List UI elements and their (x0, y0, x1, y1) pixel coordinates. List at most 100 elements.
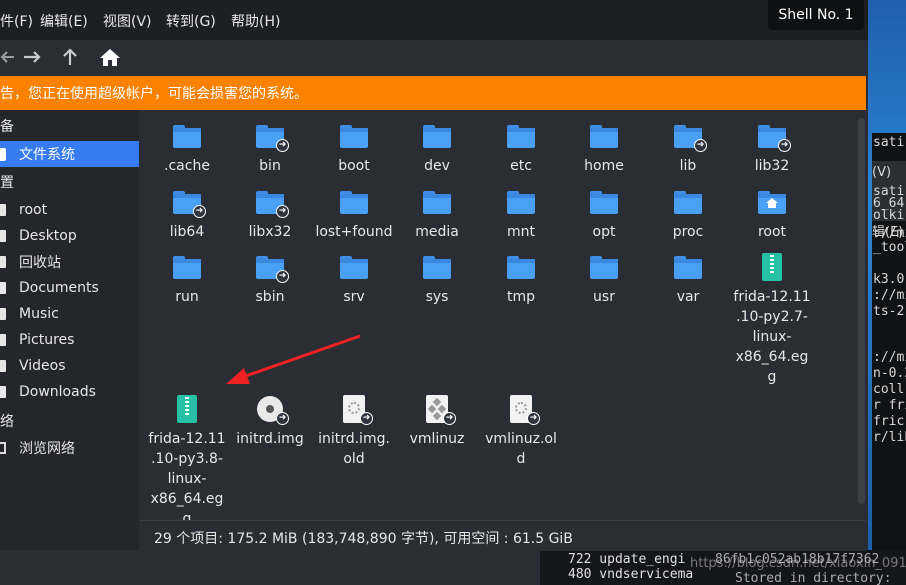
videos-icon (0, 360, 6, 372)
home-button[interactable] (97, 44, 123, 70)
terminal-line: olki (873, 208, 905, 223)
file-item[interactable]: run (145, 253, 229, 307)
sidebar-item-filesystem[interactable]: 文件系统 (0, 141, 139, 167)
tooltip: Shell No. 1 (768, 0, 864, 30)
file-name: frida-12.11.10-py2.7- linux-x86_64.eg g (733, 289, 811, 385)
file-item[interactable]: ➜ libx32 (228, 188, 312, 242)
sidebar-item-documents[interactable]: Documents (0, 275, 139, 301)
file-item[interactable]: .cache (145, 122, 229, 176)
file-item[interactable]: ➜ sbin (228, 253, 312, 307)
symlink-arrow-icon: ➜ (778, 139, 791, 152)
terminal-line: Stored in directory: (735, 571, 892, 585)
file-manager-window: 件(F) 编辑(E) 视图(V) 转到(G) 帮助(H) / 告，您正在使用超级… (0, 0, 868, 551)
sidebar-item-network[interactable]: 浏览网络 (0, 435, 139, 461)
file-name: initrd.img. old (318, 431, 390, 467)
menu-edit[interactable]: 编辑(E) (40, 11, 88, 31)
sidebar-item-label: root (19, 202, 48, 218)
scrollbar[interactable] (858, 118, 865, 504)
symlink-arrow-icon: ➜ (193, 205, 206, 218)
file-name: run (175, 289, 199, 305)
file-item[interactable]: var (646, 253, 730, 307)
file-item[interactable]: media (395, 188, 479, 242)
sidebar-item-pictures[interactable]: Pictures (0, 327, 139, 353)
file-item[interactable]: lost+found (312, 188, 396, 242)
file-name: libx32 (248, 224, 292, 240)
document-icon: ➜ (339, 395, 373, 425)
file-item[interactable]: boot (312, 122, 396, 176)
menu-view[interactable]: 视图(V) (103, 11, 152, 31)
file-name: initrd.img (236, 431, 304, 447)
sidebar-item-home[interactable]: root (0, 197, 139, 223)
file-name: srv (343, 289, 365, 305)
drive-icon (0, 147, 6, 161)
status-bar: 29 个项目: 175.2 MiB (183,748,890 字节), 可用空间… (140, 520, 866, 551)
warning-text: 告，您正在使用超级帐户，可能会损害您的系统。 (0, 86, 308, 102)
folder-icon (589, 253, 619, 283)
file-item[interactable]: home (562, 122, 646, 176)
sidebar-item-desktop[interactable]: Desktop (0, 223, 139, 249)
terminal-line: ://mi (873, 288, 906, 303)
folder-icon (422, 253, 452, 283)
terminal-line: ts-2. (873, 304, 906, 319)
file-item[interactable]: sys (395, 253, 479, 307)
file-item[interactable]: ➜ initrd.img (228, 395, 312, 449)
file-name: sys (425, 289, 449, 305)
sidebar-heading-devices: 备 (0, 119, 14, 135)
back-button[interactable] (0, 44, 18, 70)
sidebar-item-downloads[interactable]: Downloads (0, 379, 139, 405)
folder-icon: ➜ (673, 122, 707, 152)
file-view: .cache ➜ bin boot dev etc home ➜ lib ➜ lib32 ➜ lib64… (140, 110, 866, 527)
file-item[interactable]: dev (395, 122, 479, 176)
sidebar-item-label: Music (19, 306, 59, 322)
file-item[interactable]: usr (562, 253, 646, 307)
file-item[interactable]: srv (312, 253, 396, 307)
file-item[interactable]: ➜ lib32 (730, 122, 814, 176)
sidebar-item-trash[interactable]: 回收站 (0, 249, 139, 275)
folder-icon (172, 253, 202, 283)
forward-button[interactable] (20, 44, 44, 70)
sidebar: 备 文件系统 置 root Desktop 回收站 Documents Music Pic… (0, 110, 139, 550)
trash-icon (0, 256, 6, 268)
sidebar-item-label: 回收站 (19, 255, 61, 271)
folder-icon (422, 122, 452, 152)
up-button[interactable] (58, 44, 82, 70)
file-item[interactable]: proc (646, 188, 730, 242)
home-icon (100, 49, 120, 66)
sidebar-item-videos[interactable]: Videos (0, 353, 139, 379)
file-item[interactable]: ➜ lib64 (145, 188, 229, 242)
folder-icon (339, 188, 369, 218)
menu-file[interactable]: 件(F) (0, 11, 33, 31)
file-item[interactable]: tmp (479, 253, 563, 307)
file-item[interactable]: ➜ lib (646, 122, 730, 176)
symlink-arrow-icon: ➜ (276, 139, 289, 152)
folder-icon: ➜ (757, 122, 791, 152)
file-item[interactable]: ➜ initrd.img. old (312, 395, 396, 469)
menu-help[interactable]: 帮助(H) (231, 11, 280, 31)
folder-icon (339, 253, 369, 283)
file-item[interactable]: frida-12.11.10-py3.8- linux-x86_64.eg g (145, 395, 229, 529)
file-item[interactable]: ➜ vmlinuz (395, 395, 479, 449)
file-item[interactable]: root (730, 188, 814, 242)
terminal-menu-view[interactable]: (V) (872, 165, 891, 180)
sidebar-item-music[interactable]: Music (0, 301, 139, 327)
file-item[interactable]: mnt (479, 188, 563, 242)
file-item[interactable]: etc (479, 122, 563, 176)
home-folder-icon (757, 188, 787, 218)
folder-icon (506, 122, 536, 152)
terminal-line: _tool (873, 240, 906, 255)
terminal-line: k3.0. (873, 272, 906, 287)
symlink-arrow-icon: ➜ (443, 412, 456, 425)
watermark: https://blog.csdn.net/xiaoxin_0917 (690, 556, 906, 571)
file-name: lib32 (754, 158, 790, 174)
folder-icon (589, 188, 619, 218)
file-item[interactable]: opt (562, 188, 646, 242)
folder-icon (422, 188, 452, 218)
arrow-up-icon (63, 48, 77, 65)
file-name: frida-12.11.10-py3.8- linux-x86_64.eg g (148, 431, 226, 527)
file-item[interactable]: ➜ bin (228, 122, 312, 176)
file-item[interactable]: frida-12.11.10-py2.7- linux-x86_64.eg g (730, 253, 814, 387)
file-name: lost+found (315, 224, 393, 240)
file-item[interactable]: ➜ vmlinuz.ol d (479, 395, 563, 469)
folder-icon: ➜ (255, 253, 289, 283)
menu-go[interactable]: 转到(G) (166, 11, 216, 31)
